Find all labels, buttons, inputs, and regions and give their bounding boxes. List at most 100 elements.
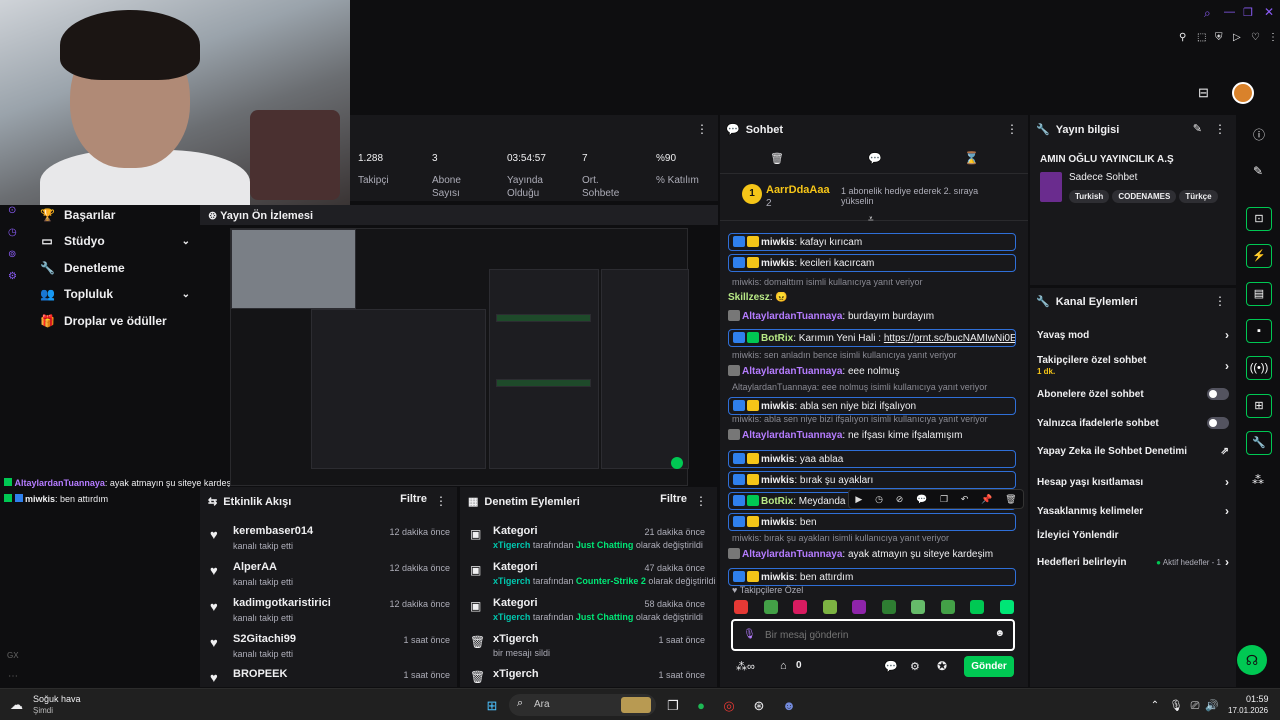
task-view-icon[interactable]: ❐ (664, 698, 682, 714)
rail-icon-2[interactable]: ◷ (8, 227, 17, 238)
chat-input[interactable] (765, 626, 985, 644)
clock-date[interactable]: 17.01.2026 (1228, 706, 1268, 715)
category-name[interactable]: Sadece Sohbet (1069, 172, 1137, 183)
emote-icon[interactable] (852, 600, 867, 614)
chat-username[interactable]: miwkis (761, 401, 794, 412)
chat-message[interactable]: Skillzesz: 😠 (728, 292, 1016, 303)
chat-username[interactable]: BotRix (761, 496, 793, 507)
tag[interactable]: Turkish (1069, 190, 1110, 203)
sidebar-btn-document[interactable]: ▤ (1246, 282, 1272, 306)
gift-box-icon[interactable]: ⊟ (1198, 85, 1209, 101)
emoji-icon[interactable]: ☻ (994, 628, 1005, 639)
chat-message[interactable]: miwkis: kafayı kırıcam (728, 233, 1016, 251)
emote-icon[interactable] (999, 600, 1014, 614)
support-icon[interactable]: ☊ (1237, 645, 1267, 675)
sidebar-btn-layout[interactable]: ⊞ (1246, 394, 1272, 418)
chat-bubble-icon[interactable]: 💬 (884, 660, 898, 673)
emote-icon[interactable] (970, 600, 985, 614)
steam-icon[interactable]: ⊛ (750, 698, 768, 714)
leader-user[interactable]: AarrDdaAaa (766, 184, 830, 196)
windows-start-icon[interactable]: ⊞ (483, 698, 501, 714)
chevron-up-icon[interactable]: ⌃ (1146, 698, 1164, 714)
followers-only-row[interactable]: Takipçilere özel sohbet 1 dk. › (1037, 354, 1229, 378)
info-icon[interactable]: ⓘ (1253, 126, 1265, 143)
chat-link[interactable]: https://prnt.sc/bucNAMIwNi0E (884, 333, 1015, 344)
pin-icon[interactable]: 📌 (981, 494, 992, 505)
clock-time[interactable]: 01:59 (1246, 694, 1269, 704)
settings-icon[interactable]: ⚙ (910, 660, 920, 673)
microphone-icon[interactable]: 🎙 (743, 629, 756, 640)
store-icon[interactable]: ⌂ (780, 660, 787, 672)
activity-filter-button[interactable]: Filtre (400, 493, 427, 505)
chat-username[interactable]: BotRix (761, 333, 793, 344)
mod-action[interactable]: xTigerch (493, 668, 539, 680)
more-options-icon[interactable]: ⋮ (435, 494, 447, 508)
chat-message[interactable]: miwkis: bırak şu ayakları (728, 471, 1016, 489)
more-icon[interactable]: ⋯ (8, 671, 18, 682)
emote-icon[interactable] (822, 600, 837, 614)
chat-username[interactable]: miwkis (761, 475, 794, 486)
copy-icon[interactable]: ❐ (940, 494, 948, 505)
more-options-icon[interactable]: ⋮ (1006, 122, 1018, 136)
sidebar-btn-chat[interactable]: ▪ (1246, 319, 1272, 343)
more-options-icon[interactable]: ⋮ (695, 494, 707, 508)
avatar[interactable] (1232, 82, 1254, 104)
mod-action[interactable]: xTigerch (493, 633, 539, 645)
chat-message[interactable]: miwkis: kecileri kacırcam (728, 254, 1016, 272)
chat-message[interactable]: miwkis: ben attırdım (728, 568, 1016, 586)
ai-mod-row[interactable]: Yapay Zeka ile Sohbet Denetimi ⇗ (1037, 446, 1229, 457)
chat-message[interactable]: BotRix: Karımın Yeni Hali : https://prnt… (728, 329, 1016, 347)
nav-item-moderation[interactable]: 🔧 Denetleme (40, 261, 190, 275)
chat-username[interactable]: miwkis (761, 237, 794, 248)
chat-username[interactable]: miwkis (761, 572, 794, 583)
tag[interactable]: CODENAMES (1112, 190, 1177, 203)
settings-icon[interactable]: ⚙ (8, 271, 17, 282)
emote-icon[interactable] (734, 600, 748, 614)
chat-message[interactable]: miwkis: abla sen niye bizi ifşalıyon (728, 397, 1016, 415)
slow-mode-row[interactable]: Yavaş mod › (1037, 328, 1229, 342)
activity-user[interactable]: S2Gitachi99 (233, 633, 296, 645)
send-button[interactable]: Gönder (964, 656, 1014, 677)
more-options-icon[interactable]: ⋮ (696, 122, 708, 136)
edit-icon[interactable]: ✎ (1253, 164, 1263, 178)
chat-message[interactable]: AltaylardanTuannaya: burdayım burdayım (728, 310, 1016, 322)
hourglass-icon[interactable]: ⌛ (964, 151, 979, 165)
reply-icon[interactable]: 💬 (916, 494, 927, 505)
emote-icon[interactable] (763, 600, 778, 614)
activity-user[interactable]: kerembaser014 (233, 525, 313, 537)
redirect-row[interactable]: İzleyici Yönlendir (1037, 530, 1229, 541)
shield-icon[interactable]: ⛨ (1215, 32, 1223, 43)
more-options-icon[interactable]: ⋮ (1214, 294, 1226, 308)
emote-icon[interactable] (881, 600, 896, 614)
minimize-icon[interactable]: — (1224, 6, 1235, 18)
collapse-icon[interactable]: ⩡ (868, 214, 874, 225)
weather-icon[interactable]: ☁ (10, 697, 23, 713)
undo-icon[interactable]: ↶ (961, 494, 969, 505)
ban-icon[interactable]: ⊘ (896, 494, 904, 505)
emote-icon[interactable] (940, 600, 955, 614)
activity-user[interactable]: kadimgotkaristirici (233, 597, 331, 609)
category-thumbnail[interactable] (1040, 172, 1062, 202)
timeout-icon[interactable]: ◷ (875, 494, 883, 505)
weather-title[interactable]: Soğuk hava (33, 694, 81, 704)
more-options-icon[interactable]: ⋮ (1214, 122, 1226, 136)
volume-icon[interactable]: 🔊 (1203, 698, 1221, 714)
emote-icon[interactable] (911, 600, 926, 614)
banned-words-row[interactable]: Yasaklanmış kelimeler › (1037, 504, 1229, 518)
search-icon[interactable]: ⌕ (1204, 6, 1211, 21)
network-icon[interactable]: ⎚ (1186, 698, 1204, 714)
nav-item-achievements[interactable]: 🏆 Başarılar (40, 208, 190, 222)
chat-username[interactable]: miwkis (761, 258, 794, 269)
heart-icon[interactable]: ♡ (1251, 32, 1260, 43)
trash-icon[interactable]: 🗑 (1005, 494, 1016, 505)
mod-user[interactable]: xTigerch (493, 540, 530, 550)
activity-user[interactable]: AlperAA (233, 561, 277, 573)
nav-item-drops[interactable]: 🎁 Droplar ve ödüller (40, 314, 190, 328)
age-restrict-row[interactable]: Hesap yaşı kısıtlaması › (1037, 475, 1229, 489)
chat-message[interactable]: AltaylardanTuannaya: eee nolmuş (728, 365, 1016, 377)
chat-input-box[interactable]: 🎙 ☻ (731, 619, 1015, 651)
play-icon[interactable]: ▷ (1233, 32, 1241, 43)
trash-icon[interactable]: 🗑 (770, 152, 784, 165)
chat-message[interactable]: AltaylardanTuannaya: ayak atmayın şu sit… (728, 548, 1016, 560)
mod-user[interactable]: xTigerch (493, 576, 530, 586)
